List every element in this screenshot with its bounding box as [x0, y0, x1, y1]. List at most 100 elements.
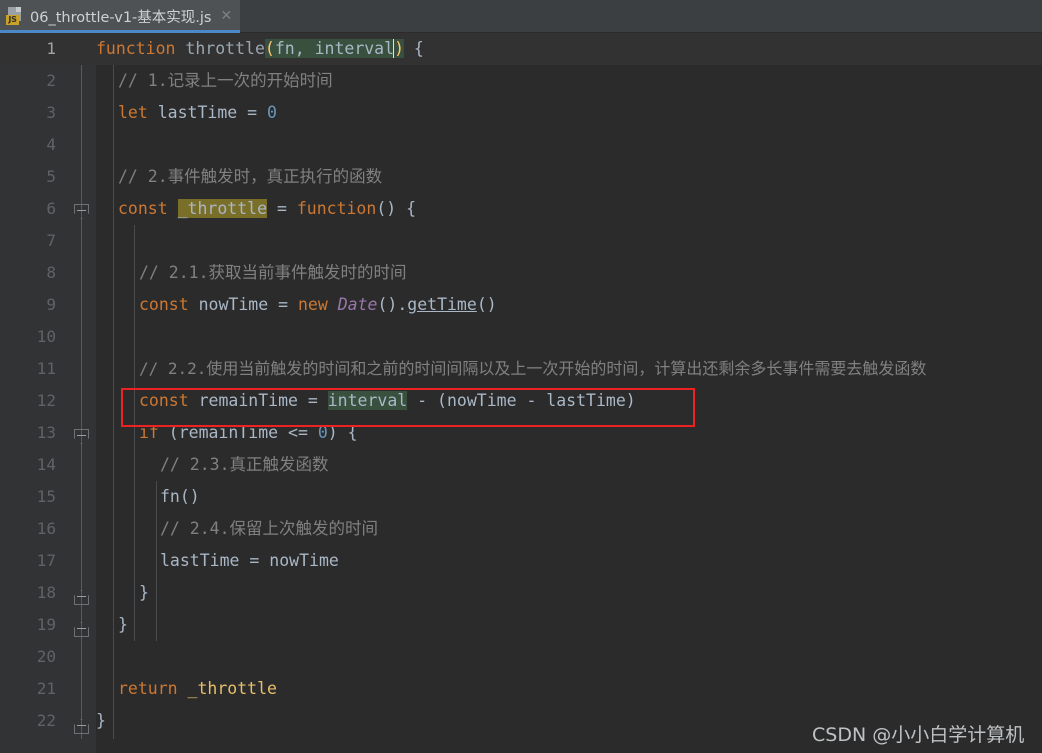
code-editor[interactable]: 1 function throttle(fn, interval) { 2 //… — [0, 33, 1042, 753]
line-content: const nowTime = new Date().getTime() — [139, 289, 497, 321]
code-line-14[interactable]: 14 // 2.3.真正触发函数 — [0, 449, 1042, 481]
line-content: // 2.2.使用当前触发的时间和之前的时间间隔以及上一次开始的时间，计算出还剩… — [139, 353, 926, 385]
js-icon-badge-label: JS — [6, 15, 19, 25]
line-number: 20 — [36, 647, 56, 666]
token-class-date: Date — [337, 295, 378, 314]
token-brace-open: { — [404, 39, 424, 58]
line-number: 3 — [46, 103, 56, 122]
editor-tab-title: 06_throttle-v1-基本实现.js — [30, 9, 212, 26]
token-keyword-return: return — [118, 679, 178, 698]
code-line-2[interactable]: 2 // 1.记录上一次的开始时间 — [0, 65, 1042, 97]
code-line-20[interactable]: 20 — [0, 641, 1042, 673]
token-comment: // 2.1.获取当前事件触发时的时间 — [139, 263, 407, 282]
code-line-3[interactable]: 3 let lastTime = 0 — [0, 97, 1042, 129]
line-content: } — [118, 609, 128, 641]
token-keyword: const — [118, 199, 168, 218]
code-line-7[interactable]: 7 — [0, 225, 1042, 257]
code-line-8[interactable]: 8 // 2.1.获取当前事件触发时的时间 — [0, 257, 1042, 289]
line-content: // 1.记录上一次的开始时间 — [118, 65, 333, 97]
code-line-1[interactable]: 1 function throttle(fn, interval) { — [0, 33, 1042, 65]
editor-tab-active[interactable]: JS 06_throttle-v1-基本实现.js ✕ — [0, 0, 241, 32]
code-line-13[interactable]: 13 if (remainTime <= 0) { — [0, 417, 1042, 449]
code-line-10[interactable]: 10 — [0, 321, 1042, 353]
token-paren-dot: (). — [377, 295, 408, 314]
line-content: const _throttle = function() { — [118, 193, 416, 225]
line-content: // 2.事件触发时，真正执行的函数 — [118, 161, 382, 193]
token-comment: // 1.记录上一次的开始时间 — [118, 71, 333, 90]
line-content: return _throttle — [118, 673, 277, 705]
line-number: 9 — [46, 295, 56, 314]
line-content: // 2.3.真正触发函数 — [160, 449, 329, 481]
line-number: 11 — [36, 359, 56, 378]
token-comment: // 2.事件触发时，真正执行的函数 — [118, 167, 383, 186]
token-identifier-interval: interval — [327, 391, 408, 410]
token-comment: // 2.2.使用当前触发的时间和之前的时间间隔以及上一次开始的时间，计算出还剩… — [139, 359, 927, 378]
token-number: 0 — [267, 103, 277, 122]
code-line-6[interactable]: 6 const _throttle = function() { — [0, 193, 1042, 225]
line-number: 22 — [36, 711, 56, 730]
editor-window: JS 06_throttle-v1-基本实现.js ✕ 1 function t… — [0, 0, 1042, 753]
code-line-4[interactable]: 4 — [0, 129, 1042, 161]
token-assign: remainTime = — [188, 391, 328, 410]
line-content: if (remainTime <= 0) { — [139, 417, 358, 449]
editor-tab-bar: JS 06_throttle-v1-基本实现.js ✕ — [0, 0, 1042, 33]
code-line-11[interactable]: 11 // 2.2.使用当前触发的时间和之前的时间间隔以及上一次开始的时间，计算… — [0, 353, 1042, 385]
line-content: lastTime = nowTime — [160, 545, 339, 577]
line-number: 8 — [46, 263, 56, 282]
line-number: 14 — [36, 455, 56, 474]
line-content: fn() — [160, 481, 200, 513]
line-number: 21 — [36, 679, 56, 698]
token-brace-close: } — [118, 615, 128, 634]
line-number: 19 — [36, 615, 56, 634]
js-file-icon: JS — [6, 7, 23, 25]
token-tail: () { — [376, 199, 417, 218]
line-content: // 2.4.保留上次触发的时间 — [160, 513, 378, 545]
token-identifier-throttle: _throttle — [187, 679, 277, 698]
code-line-16[interactable]: 16 // 2.4.保留上次触发的时间 — [0, 513, 1042, 545]
line-content: function throttle(fn, interval) { — [96, 33, 424, 65]
token-comment: // 2.3.真正触发函数 — [160, 455, 329, 474]
token-rparen: ) — [394, 39, 404, 58]
token-keyword-new: new — [297, 295, 328, 314]
token-keyword: function — [96, 39, 176, 58]
code-line-18[interactable]: 18 } — [0, 577, 1042, 609]
token-brace-close: } — [96, 711, 106, 730]
token-tail: () — [476, 295, 497, 314]
line-number: 16 — [36, 519, 56, 538]
close-icon[interactable]: ✕ — [220, 9, 232, 23]
code-line-12[interactable]: 12 const remainTime = interval - (nowTim… — [0, 385, 1042, 417]
token-keyword: const — [139, 295, 189, 314]
line-number: 2 — [46, 71, 56, 90]
token-keyword: let — [118, 103, 148, 122]
line-number: 12 — [36, 391, 56, 410]
token-assign: nowTime = — [188, 295, 298, 314]
token-keyword: const — [139, 391, 189, 410]
code-line-17[interactable]: 17 lastTime = nowTime — [0, 545, 1042, 577]
line-number: 18 — [36, 583, 56, 602]
line-number: 6 — [46, 199, 56, 218]
token-tail: ) { — [327, 423, 358, 442]
token-comment: // 2.4.保留上次触发的时间 — [160, 519, 379, 538]
token-lparen: ( — [264, 39, 275, 58]
token-brace-close: } — [139, 583, 149, 602]
line-content: let lastTime = 0 — [118, 97, 277, 129]
token-keyword-function: function — [296, 199, 377, 218]
line-number: 15 — [36, 487, 56, 506]
line-number: 4 — [46, 135, 56, 154]
code-line-15[interactable]: 15 fn() — [0, 481, 1042, 513]
token-function-name: throttle — [175, 39, 265, 58]
token-expression-tail: - (nowTime - lastTime) — [407, 391, 636, 410]
token-assign: lastTime = — [147, 103, 268, 122]
csdn-watermark: CSDN @小小白学计算机 — [812, 724, 1025, 746]
code-line-5[interactable]: 5 // 2.事件触发时，真正执行的函数 — [0, 161, 1042, 193]
code-line-21[interactable]: 21 return _throttle — [0, 673, 1042, 705]
line-number: 10 — [36, 327, 56, 346]
code-line-19[interactable]: 19 } — [0, 609, 1042, 641]
token-equals: = — [267, 199, 297, 218]
line-number: 7 — [46, 231, 56, 250]
token-call: fn() — [160, 487, 200, 506]
code-line-9[interactable]: 9 const nowTime = new Date().getTime() — [0, 289, 1042, 321]
line-content: } — [96, 705, 106, 737]
